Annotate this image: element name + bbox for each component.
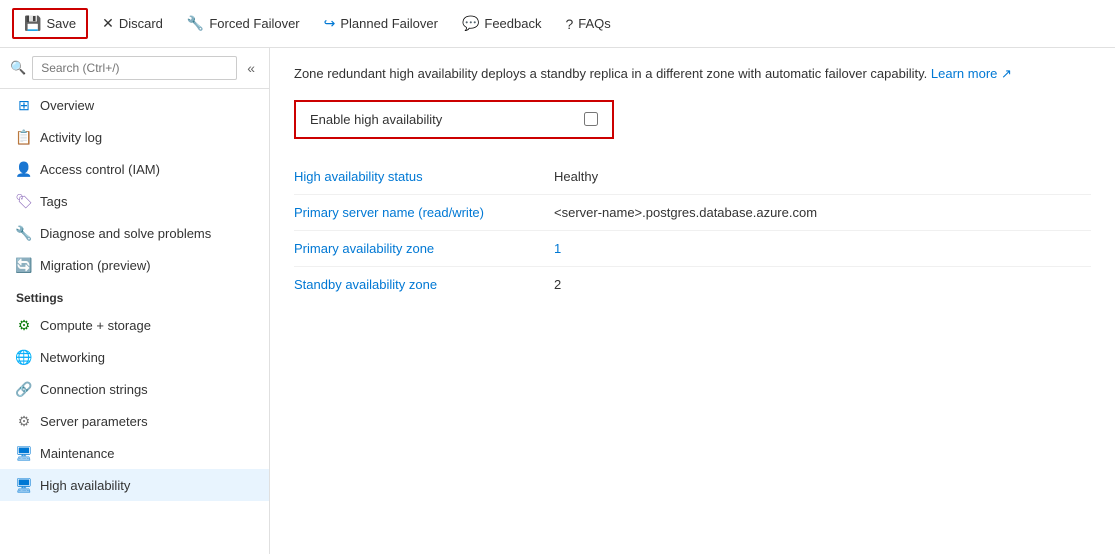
sidebar-item-label: High availability — [40, 478, 130, 493]
main-layout: 🔍 « ⊞ Overview 📋 Activity log 👤 Access c… — [0, 48, 1115, 554]
access-control-icon: 👤 — [16, 161, 32, 177]
sidebar-item-label: Access control (IAM) — [40, 162, 160, 177]
field-value-ha-status: Healthy — [554, 169, 598, 184]
search-input[interactable] — [32, 56, 237, 80]
save-label: Save — [46, 16, 76, 31]
sidebar: 🔍 « ⊞ Overview 📋 Activity log 👤 Access c… — [0, 48, 270, 554]
activity-log-icon: 📋 — [16, 129, 32, 145]
field-label-primary-zone: Primary availability zone — [294, 241, 554, 256]
sidebar-item-label: Diagnose and solve problems — [40, 226, 211, 241]
tags-icon: 🏷 — [16, 193, 32, 209]
content-area: Zone redundant high availability deploys… — [270, 48, 1115, 554]
field-value-standby-zone: 2 — [554, 277, 561, 292]
faqs-button[interactable]: ? FAQs — [555, 11, 620, 37]
forced-failover-label: Forced Failover — [209, 16, 299, 31]
forced-failover-icon: 🔧 — [187, 15, 204, 32]
connection-strings-icon: 🔗 — [16, 381, 32, 397]
field-row-primary-server: Primary server name (read/write) <server… — [294, 195, 1091, 231]
sidebar-item-label: Server parameters — [40, 414, 148, 429]
maintenance-icon: 🖥 — [16, 445, 32, 461]
field-label-primary-server: Primary server name (read/write) — [294, 205, 554, 220]
sidebar-item-label: Migration (preview) — [40, 258, 151, 273]
field-value-primary-server: <server-name>.postgres.database.azure.co… — [554, 205, 817, 220]
collapse-sidebar-button[interactable]: « — [243, 58, 259, 78]
server-parameters-icon: ⚙ — [16, 413, 32, 429]
planned-failover-label: Planned Failover — [340, 16, 438, 31]
overview-icon: ⊞ — [16, 97, 32, 113]
sidebar-item-connection-strings[interactable]: 🔗 Connection strings — [0, 373, 269, 405]
sidebar-item-migration[interactable]: 🔄 Migration (preview) — [0, 249, 269, 281]
field-row-ha-status: High availability status Healthy — [294, 159, 1091, 195]
sidebar-item-server-parameters[interactable]: ⚙ Server parameters — [0, 405, 269, 437]
sidebar-item-tags[interactable]: 🏷 Tags — [0, 185, 269, 217]
feedback-label: Feedback — [484, 16, 541, 31]
feedback-icon: 💬 — [462, 15, 479, 32]
discard-icon: ✕ — [102, 15, 114, 32]
sidebar-item-label: Activity log — [40, 130, 102, 145]
enable-ha-box: Enable high availability — [294, 100, 614, 139]
toolbar: 💾 Save ✕ Discard 🔧 Forced Failover ↪ Pla… — [0, 0, 1115, 48]
field-row-standby-zone: Standby availability zone 2 — [294, 267, 1091, 302]
networking-icon: 🌐 — [16, 349, 32, 365]
faqs-label: FAQs — [578, 16, 611, 31]
sidebar-item-label: Compute + storage — [40, 318, 151, 333]
sidebar-item-overview[interactable]: ⊞ Overview — [0, 89, 269, 121]
faqs-icon: ? — [565, 16, 573, 32]
discard-button[interactable]: ✕ Discard — [92, 10, 173, 37]
field-row-primary-zone: Primary availability zone 1 — [294, 231, 1091, 267]
description-text: Zone redundant high availability deploys… — [294, 64, 1091, 84]
planned-failover-button[interactable]: ↪ Planned Failover — [314, 10, 448, 37]
sidebar-item-compute-storage[interactable]: ⚙ Compute + storage — [0, 309, 269, 341]
feedback-button[interactable]: 💬 Feedback — [452, 10, 552, 37]
sidebar-item-diagnose[interactable]: 🔧 Diagnose and solve problems — [0, 217, 269, 249]
diagnose-icon: 🔧 — [16, 225, 32, 241]
search-icon: 🔍 — [10, 60, 26, 76]
high-availability-icon: 🖥 — [16, 477, 32, 493]
sidebar-item-activity-log[interactable]: 📋 Activity log — [0, 121, 269, 153]
forced-failover-button[interactable]: 🔧 Forced Failover — [177, 10, 310, 37]
discard-label: Discard — [119, 16, 163, 31]
sidebar-item-label: Tags — [40, 194, 67, 209]
migration-icon: 🔄 — [16, 257, 32, 273]
planned-failover-icon: ↪ — [324, 15, 336, 32]
sidebar-item-label: Connection strings — [40, 382, 148, 397]
sidebar-item-networking[interactable]: 🌐 Networking — [0, 341, 269, 373]
sidebar-item-high-availability[interactable]: 🖥 High availability — [0, 469, 269, 501]
sidebar-item-label: Maintenance — [40, 446, 114, 461]
sidebar-item-maintenance[interactable]: 🖥 Maintenance — [0, 437, 269, 469]
sidebar-item-access-control[interactable]: 👤 Access control (IAM) — [0, 153, 269, 185]
enable-ha-checkbox[interactable] — [584, 112, 598, 126]
sidebar-item-label: Overview — [40, 98, 94, 113]
field-label-standby-zone: Standby availability zone — [294, 277, 554, 292]
settings-section-header: Settings — [0, 281, 269, 309]
search-bar: 🔍 « — [0, 48, 269, 89]
learn-more-link[interactable]: Learn more ↗ — [931, 66, 1012, 81]
save-button[interactable]: 💾 Save — [12, 8, 88, 39]
save-icon: 💾 — [24, 15, 41, 32]
compute-storage-icon: ⚙ — [16, 317, 32, 333]
field-label-ha-status: High availability status — [294, 169, 554, 184]
field-value-primary-zone: 1 — [554, 241, 561, 256]
enable-ha-label: Enable high availability — [310, 112, 442, 127]
sidebar-item-label: Networking — [40, 350, 105, 365]
